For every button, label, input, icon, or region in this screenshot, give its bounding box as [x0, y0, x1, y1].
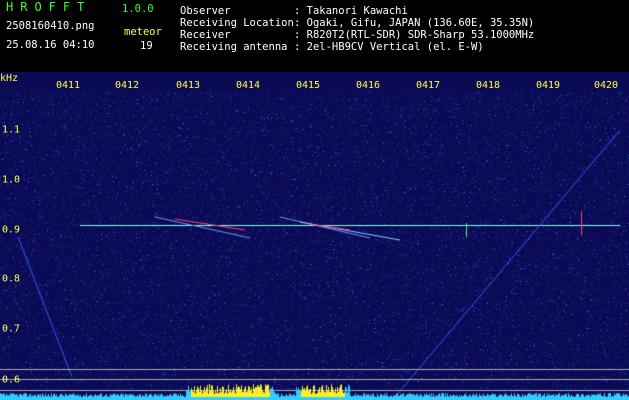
meteor-label: meteor	[124, 26, 162, 38]
receiver-value: : R820T2(RTL-SDR) SDR-Sharp 53.1000MHz	[294, 29, 535, 41]
app-title: HROFFT	[6, 0, 92, 14]
x-tick-label: 0413	[175, 80, 201, 91]
header-panel: HROFFT 1.0.0 2508160410.png 25.08.16 04:…	[0, 0, 629, 72]
x-tick-label: 0412	[114, 80, 140, 91]
x-tick-label: 0419	[535, 80, 561, 91]
x-tick-label: 0414	[235, 80, 261, 91]
observer-value: : Takanori Kawachi	[294, 5, 408, 17]
x-tick-label: 0417	[415, 80, 441, 91]
observer-label: Observer	[180, 5, 231, 17]
file-datetime: 25.08.16 04:10	[6, 39, 95, 51]
y-tick-label: 0.9	[2, 224, 21, 236]
y-tick-label: 0.7	[2, 323, 21, 335]
location-value: : Ogaki, Gifu, JAPAN (136.60E, 35.35N)	[294, 17, 535, 29]
x-tick-label: 0411	[55, 80, 81, 91]
antenna-label: Receiving antenna	[180, 41, 288, 53]
y-tick-label: 1.1	[2, 124, 21, 136]
app-version: 1.0.0	[122, 3, 154, 15]
x-tick-label: 0420	[593, 80, 619, 91]
y-tick-label: 0.8	[2, 273, 21, 285]
x-tick-label: 0418	[475, 80, 501, 91]
x-tick-label: 0415	[295, 80, 321, 91]
antenna-value: : 2el-HB9CV Vertical (el. E-W)	[294, 41, 484, 53]
spectrogram-canvas	[0, 72, 629, 400]
y-tick-label: 0.6	[2, 374, 21, 386]
location-label: Receiving Location	[180, 17, 294, 29]
y-axis-unit: kHz	[0, 73, 19, 84]
y-tick-label: 1.0	[2, 174, 21, 186]
meteor-count: 19	[140, 40, 153, 52]
x-tick-label: 0416	[355, 80, 381, 91]
spectrogram-plot: kHz 0411 0412 0413 0414 0415 0416 0417 0…	[0, 72, 629, 400]
file-name: 2508160410.png	[6, 20, 95, 32]
receiver-label: Receiver	[180, 29, 231, 41]
